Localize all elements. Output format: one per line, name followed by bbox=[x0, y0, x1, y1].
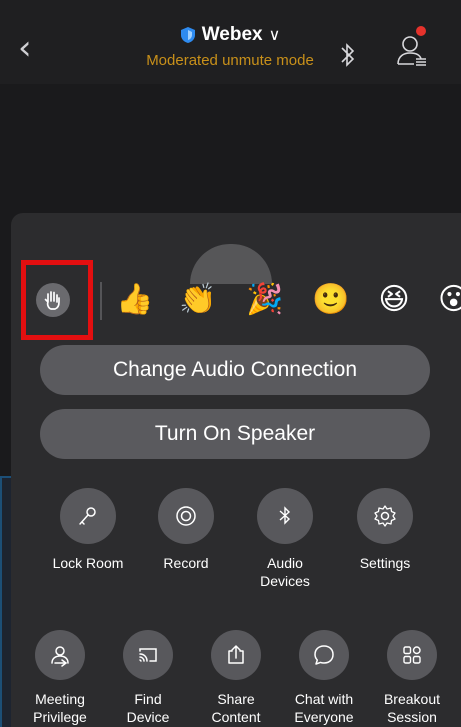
raise-hand-highlight bbox=[21, 260, 93, 340]
thumbs-up-reaction[interactable]: 👍 bbox=[116, 281, 154, 319]
shield-icon bbox=[180, 27, 195, 43]
breakout-session-button[interactable]: Breakout Session bbox=[372, 630, 452, 726]
top-bar: ‹ Webex ∨ Moderated unmute mode bbox=[0, 0, 461, 84]
audio-devices-button[interactable]: Audio Devices bbox=[235, 488, 335, 590]
surprised-reaction[interactable]: 😮 bbox=[438, 281, 461, 319]
unmute-mode-status: Moderated unmute mode bbox=[146, 52, 314, 69]
find-device-button[interactable]: Find Device bbox=[108, 630, 188, 726]
reaction-divider bbox=[100, 282, 102, 320]
key-icon bbox=[79, 507, 96, 525]
chat-with-everyone-label: Chat with Everyone bbox=[294, 691, 354, 725]
breakout-session-label: Breakout Session bbox=[383, 691, 441, 725]
bluetooth-icon[interactable] bbox=[338, 40, 358, 70]
lock-room-button[interactable]: Lock Room bbox=[38, 488, 138, 572]
cast-icon bbox=[139, 648, 157, 662]
find-device-label: Find Device bbox=[126, 691, 170, 725]
back-icon[interactable]: ‹ bbox=[18, 30, 44, 66]
settings-label: Settings bbox=[359, 555, 411, 571]
share-content-label: Share Content bbox=[211, 691, 261, 725]
record-button[interactable]: Record bbox=[136, 488, 236, 572]
record-label: Record bbox=[163, 555, 209, 571]
bluetooth-icon bbox=[279, 506, 291, 525]
party-popper-reaction[interactable]: 🎉 bbox=[246, 281, 284, 319]
participants-button[interactable] bbox=[394, 26, 430, 70]
meeting-title: Webex bbox=[201, 24, 263, 45]
lock-room-label: Lock Room bbox=[52, 555, 124, 571]
meeting-title-area[interactable]: Webex ∨ Moderated unmute mode bbox=[120, 24, 340, 69]
clap-reaction[interactable]: 👏 bbox=[179, 281, 217, 319]
share-content-button[interactable]: Share Content bbox=[196, 630, 276, 726]
record-icon bbox=[176, 506, 196, 526]
laugh-reaction[interactable]: 😆 bbox=[375, 281, 413, 319]
chat-with-everyone-button[interactable]: Chat with Everyone bbox=[284, 630, 364, 726]
share-icon bbox=[228, 645, 244, 664]
turn-on-speaker-button[interactable]: Turn On Speaker bbox=[40, 409, 430, 459]
change-audio-connection-button[interactable]: Change Audio Connection bbox=[40, 345, 430, 395]
person-arrow-icon bbox=[51, 646, 69, 667]
gear-icon bbox=[374, 505, 396, 527]
chat-icon bbox=[314, 645, 334, 665]
settings-button[interactable]: Settings bbox=[335, 488, 435, 572]
chevron-down-icon: ∨ bbox=[268, 27, 281, 44]
smile-reaction[interactable]: 🙂 bbox=[312, 281, 350, 319]
grid-icon bbox=[403, 646, 421, 664]
meeting-privilege-button[interactable]: Meeting Privilege bbox=[20, 630, 100, 726]
audio-devices-label: Audio Devices bbox=[260, 555, 310, 589]
meeting-privilege-label: Meeting Privilege bbox=[33, 691, 87, 725]
notification-dot bbox=[416, 26, 426, 36]
